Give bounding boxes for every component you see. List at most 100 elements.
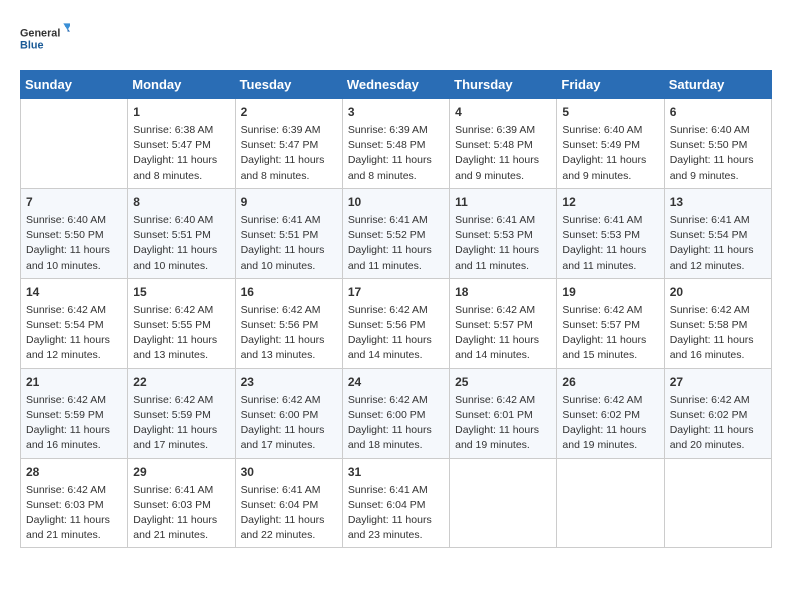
day-info: Sunrise: 6:42 AMSunset: 5:55 PMDaylight:… — [133, 303, 229, 364]
day-number: 6 — [670, 103, 766, 121]
day-cell: 16Sunrise: 6:42 AMSunset: 5:56 PMDayligh… — [235, 278, 342, 368]
day-info: Sunrise: 6:42 AMSunset: 5:59 PMDaylight:… — [133, 393, 229, 454]
day-cell: 23Sunrise: 6:42 AMSunset: 6:00 PMDayligh… — [235, 368, 342, 458]
day-number: 26 — [562, 373, 658, 391]
day-info: Sunrise: 6:42 AMSunset: 5:57 PMDaylight:… — [455, 303, 551, 364]
day-cell: 1 Sunrise: 6:38 AMSunset: 5:47 PMDaylight… — [128, 99, 235, 189]
day-info: Sunrise: 6:41 AMSunset: 5:52 PMDaylight:… — [348, 213, 444, 274]
day-info: Sunrise: 6:38 AMSunset: 5:47 PMDaylight:… — [133, 123, 229, 184]
day-cell: 18Sunrise: 6:42 AMSunset: 5:57 PMDayligh… — [450, 278, 557, 368]
day-info: Sunrise: 6:41 AMSunset: 6:04 PMDaylight:… — [348, 483, 444, 544]
day-info: Sunrise: 6:40 AMSunset: 5:50 PMDaylight:… — [26, 213, 122, 274]
column-header-sunday: Sunday — [21, 71, 128, 99]
day-number: 27 — [670, 373, 766, 391]
day-number: 14 — [26, 283, 122, 301]
day-info: Sunrise: 6:42 AMSunset: 6:03 PMDaylight:… — [26, 483, 122, 544]
week-row-5: 28 Sunrise: 6:42 AMSunset: 6:03 PMDayligh… — [21, 458, 772, 548]
day-cell: 12 Sunrise: 6:41 AMSunset: 5:53 PMDayligh… — [557, 188, 664, 278]
column-header-tuesday: Tuesday — [235, 71, 342, 99]
column-header-thursday: Thursday — [450, 71, 557, 99]
day-cell: 6 Sunrise: 6:40 AMSunset: 5:50 PMDaylight… — [664, 99, 771, 189]
column-header-saturday: Saturday — [664, 71, 771, 99]
day-info: Sunrise: 6:41 AMSunset: 5:53 PMDaylight:… — [455, 213, 551, 274]
day-cell: 25 Sunrise: 6:42 AMSunset: 6:01 PMDayligh… — [450, 368, 557, 458]
day-cell: 8 Sunrise: 6:40 AMSunset: 5:51 PMDaylight… — [128, 188, 235, 278]
day-number: 4 — [455, 103, 551, 121]
day-cell: 7 Sunrise: 6:40 AMSunset: 5:50 PMDaylight… — [21, 188, 128, 278]
day-number: 8 — [133, 193, 229, 211]
day-number: 10 — [348, 193, 444, 211]
day-info: Sunrise: 6:42 AMSunset: 5:56 PMDaylight:… — [241, 303, 337, 364]
day-info: Sunrise: 6:39 AMSunset: 5:48 PMDaylight:… — [455, 123, 551, 184]
page-header: General Blue — [20, 20, 772, 60]
day-info: Sunrise: 6:42 AMSunset: 6:00 PMDaylight:… — [348, 393, 444, 454]
day-cell: 13Sunrise: 6:41 AMSunset: 5:54 PMDayligh… — [664, 188, 771, 278]
day-number: 17 — [348, 283, 444, 301]
day-info: Sunrise: 6:40 AMSunset: 5:49 PMDaylight:… — [562, 123, 658, 184]
day-cell: 26 Sunrise: 6:42 AMSunset: 6:02 PMDayligh… — [557, 368, 664, 458]
day-cell: 19 Sunrise: 6:42 AMSunset: 5:57 PMDayligh… — [557, 278, 664, 368]
day-info: Sunrise: 6:40 AMSunset: 5:51 PMDaylight:… — [133, 213, 229, 274]
week-row-2: 7 Sunrise: 6:40 AMSunset: 5:50 PMDaylight… — [21, 188, 772, 278]
week-row-4: 21 Sunrise: 6:42 AMSunset: 5:59 PMDayligh… — [21, 368, 772, 458]
day-cell: 22 Sunrise: 6:42 AMSunset: 5:59 PMDayligh… — [128, 368, 235, 458]
day-cell: 27 Sunrise: 6:42 AMSunset: 6:02 PMDayligh… — [664, 368, 771, 458]
day-cell: 17 Sunrise: 6:42 AMSunset: 5:56 PMDayligh… — [342, 278, 449, 368]
day-info: Sunrise: 6:41 AMSunset: 5:53 PMDaylight:… — [562, 213, 658, 274]
day-cell: 24 Sunrise: 6:42 AMSunset: 6:00 PMDayligh… — [342, 368, 449, 458]
day-number: 31 — [348, 463, 444, 481]
day-cell: 3Sunrise: 6:39 AMSunset: 5:48 PMDaylight… — [342, 99, 449, 189]
day-number: 24 — [348, 373, 444, 391]
day-number: 11 — [455, 193, 551, 211]
day-info: Sunrise: 6:40 AMSunset: 5:50 PMDaylight:… — [670, 123, 766, 184]
day-number: 19 — [562, 283, 658, 301]
day-cell — [557, 458, 664, 548]
day-number: 22 — [133, 373, 229, 391]
day-cell: 4 Sunrise: 6:39 AMSunset: 5:48 PMDaylight… — [450, 99, 557, 189]
day-number: 21 — [26, 373, 122, 391]
day-number: 2 — [241, 103, 337, 121]
svg-text:General: General — [20, 28, 60, 40]
day-info: Sunrise: 6:42 AMSunset: 5:58 PMDaylight:… — [670, 303, 766, 364]
day-info: Sunrise: 6:42 AMSunset: 6:02 PMDaylight:… — [670, 393, 766, 454]
day-cell: 31 Sunrise: 6:41 AMSunset: 6:04 PMDayligh… — [342, 458, 449, 548]
day-number: 28 — [26, 463, 122, 481]
day-cell: 2Sunrise: 6:39 AMSunset: 5:47 PMDaylight… — [235, 99, 342, 189]
day-number: 25 — [455, 373, 551, 391]
day-cell: 11 Sunrise: 6:41 AMSunset: 5:53 PMDayligh… — [450, 188, 557, 278]
day-info: Sunrise: 6:42 AMSunset: 5:54 PMDaylight:… — [26, 303, 122, 364]
day-cell — [450, 458, 557, 548]
day-info: Sunrise: 6:41 AMSunset: 5:51 PMDaylight:… — [241, 213, 337, 274]
day-cell: 9 Sunrise: 6:41 AMSunset: 5:51 PMDaylight… — [235, 188, 342, 278]
day-number: 7 — [26, 193, 122, 211]
day-cell: 28 Sunrise: 6:42 AMSunset: 6:03 PMDayligh… — [21, 458, 128, 548]
day-info: Sunrise: 6:39 AMSunset: 5:48 PMDaylight:… — [348, 123, 444, 184]
day-info: Sunrise: 6:42 AMSunset: 6:02 PMDaylight:… — [562, 393, 658, 454]
day-number: 1 — [133, 103, 229, 121]
week-row-3: 14 Sunrise: 6:42 AMSunset: 5:54 PMDayligh… — [21, 278, 772, 368]
calendar-header: SundayMondayTuesdayWednesdayThursdayFrid… — [21, 71, 772, 99]
day-info: Sunrise: 6:41 AMSunset: 6:03 PMDaylight:… — [133, 483, 229, 544]
column-header-wednesday: Wednesday — [342, 71, 449, 99]
day-info: Sunrise: 6:42 AMSunset: 5:56 PMDaylight:… — [348, 303, 444, 364]
svg-text:Blue: Blue — [20, 39, 43, 51]
day-number: 12 — [562, 193, 658, 211]
day-number: 23 — [241, 373, 337, 391]
day-info: Sunrise: 6:42 AMSunset: 5:57 PMDaylight:… — [562, 303, 658, 364]
day-info: Sunrise: 6:41 AMSunset: 5:54 PMDaylight:… — [670, 213, 766, 274]
day-cell — [21, 99, 128, 189]
day-number: 29 — [133, 463, 229, 481]
day-cell: 5Sunrise: 6:40 AMSunset: 5:49 PMDaylight… — [557, 99, 664, 189]
day-cell: 29 Sunrise: 6:41 AMSunset: 6:03 PMDayligh… — [128, 458, 235, 548]
day-number: 9 — [241, 193, 337, 211]
day-cell: 20 Sunrise: 6:42 AMSunset: 5:58 PMDayligh… — [664, 278, 771, 368]
day-info: Sunrise: 6:41 AMSunset: 6:04 PMDaylight:… — [241, 483, 337, 544]
day-cell: 14 Sunrise: 6:42 AMSunset: 5:54 PMDayligh… — [21, 278, 128, 368]
day-info: Sunrise: 6:42 AMSunset: 5:59 PMDaylight:… — [26, 393, 122, 454]
day-info: Sunrise: 6:42 AMSunset: 6:01 PMDaylight:… — [455, 393, 551, 454]
week-row-1: 1 Sunrise: 6:38 AMSunset: 5:47 PMDaylight… — [21, 99, 772, 189]
day-number: 20 — [670, 283, 766, 301]
day-number: 30 — [241, 463, 337, 481]
day-cell — [664, 458, 771, 548]
day-number: 15 — [133, 283, 229, 301]
